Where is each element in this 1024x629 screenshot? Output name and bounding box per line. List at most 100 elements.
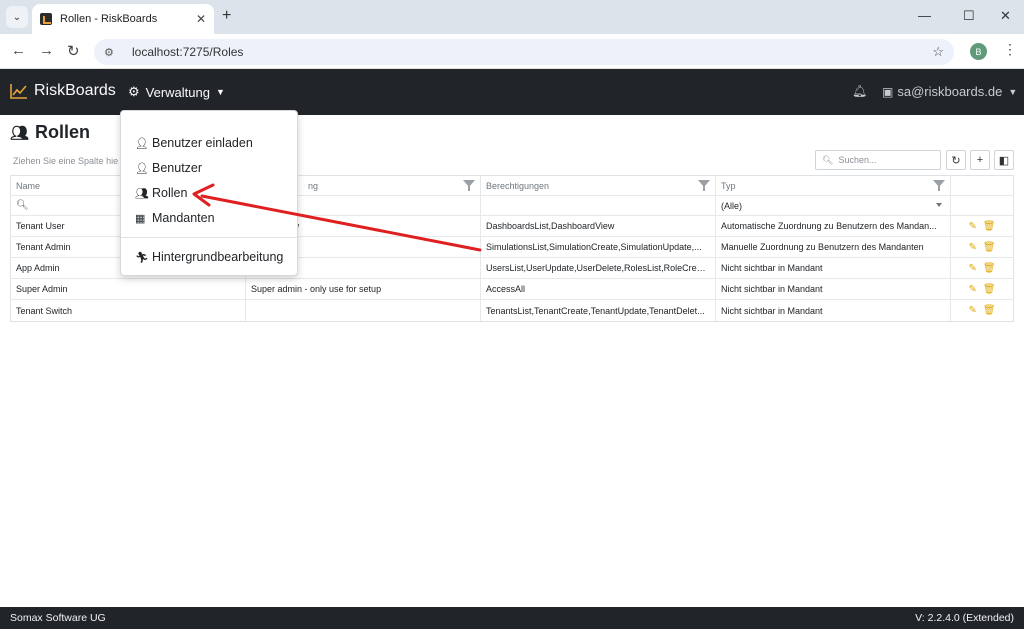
building-icon: ▦ <box>135 212 146 225</box>
edit-pencil-icon[interactable]: ✎ <box>968 242 976 253</box>
trash-icon[interactable]: 🗑︎ <box>983 284 996 295</box>
user-menu-toggle[interactable]: ▣ sa@riskboards.de ▼ <box>882 84 1017 99</box>
menu-item-mandanten[interactable]: ▦ Mandanten <box>135 211 215 225</box>
user-invite-icon: 👤︎ <box>135 137 149 150</box>
window-close-icon[interactable]: ✕ <box>1000 8 1011 24</box>
brand[interactable]: RiskBoards <box>10 82 116 100</box>
favicon-icon <box>40 13 52 25</box>
cell-permissions: TenantsList,TenantCreate,TenantUpdate,Te… <box>481 300 716 321</box>
cell-text: TenantsList,TenantCreate,TenantUpdate,Te… <box>486 305 705 316</box>
trash-icon[interactable]: 🗑︎ <box>983 242 996 253</box>
page-title-text: Rollen <box>35 122 91 142</box>
table-row[interactable]: Tenant Switch TenantsList,TenantCreate,Te… <box>11 300 1013 321</box>
cell-actions: ✎ 🗑︎ <box>951 237 1013 257</box>
menu-item-benutzer[interactable]: 👤︎ Benutzer <box>135 161 202 175</box>
new-tab-plus-icon[interactable]: + <box>222 7 231 25</box>
menu-item-hintergrundbearbeitung[interactable]: 🏃︎ Hintergrundbearbeitung <box>135 250 283 264</box>
cell-text: UsersList,UserUpdate,UserDelete,RolesLis… <box>486 263 710 273</box>
filter-icon[interactable] <box>698 180 710 191</box>
back-arrow-icon[interactable]: ← <box>11 42 26 59</box>
browser-tabstrip: ⌄ Rollen - RiskBoards ✕ + — ☐ ✕ <box>0 0 1024 34</box>
cell-text: Nicht sichtbar in Mandant <box>721 263 823 273</box>
cell-type: Nicht sichtbar in Mandant <box>716 258 951 278</box>
address-bar[interactable]: ⚙ localhost:7275/Roles ☆ <box>94 39 954 65</box>
cell-text: Manuelle Zuordnung zu Benutzern des Mand… <box>721 242 924 252</box>
forward-arrow-icon[interactable]: → <box>39 42 54 59</box>
user-card-icon: ▣ <box>882 84 894 99</box>
cell-text: AccessAll <box>486 284 526 294</box>
user-icon: 👤︎ <box>135 162 149 175</box>
menu-divider <box>121 237 297 238</box>
browser-tab[interactable]: Rollen - RiskBoards ✕ <box>32 4 214 34</box>
browser-toolbar: ← → ↻ ⚙ localhost:7275/Roles ☆ <box>0 34 1024 69</box>
users-icon: 👥︎ <box>135 187 149 200</box>
menu-item-label: Benutzer <box>152 161 203 175</box>
search-placeholder: Suchen... <box>838 155 877 165</box>
column-header-label: Name <box>16 180 41 191</box>
reload-icon[interactable]: ↻ <box>67 42 80 60</box>
cell-actions: ✎ 🗑︎ <box>951 258 1013 278</box>
column-chooser-button[interactable]: ◧ <box>994 150 1014 170</box>
browser-menu-kebab-icon[interactable]: ⋮ <box>1003 41 1017 58</box>
cell-text: Tenant Switch <box>16 305 73 316</box>
users-icon: 👥︎ <box>10 124 30 142</box>
tab-close-icon[interactable]: ✕ <box>196 12 206 26</box>
url-text: localhost:7275/Roles <box>132 45 244 59</box>
cell-text: Nicht sichtbar in Mandant <box>721 284 823 294</box>
minimize-icon[interactable]: — <box>918 8 931 23</box>
cell-permissions: UsersList,UserUpdate,UserDelete,RolesLis… <box>481 258 716 278</box>
column-chooser-icon: ◧ <box>998 154 1010 167</box>
tab-list-chevron-icon[interactable]: ⌄ <box>6 6 28 28</box>
cell-text: Super admin - only use for setup <box>251 284 382 294</box>
cell-name: Super Admin <box>11 279 246 299</box>
app-navbar: RiskBoards ⚙ Verwaltung ▼ 🔔︎ ▣ sa@riskbo… <box>0 69 1024 115</box>
column-header-type[interactable]: Typ <box>716 176 951 195</box>
edit-pencil-icon[interactable]: ✎ <box>968 263 976 274</box>
cell-permissions: SimulationsList,SimulationCreate,Simulat… <box>481 237 716 257</box>
maximize-icon[interactable]: ☐ <box>963 8 975 24</box>
cell-name: Tenant Switch <box>11 300 246 321</box>
filter-icon[interactable] <box>463 180 475 191</box>
footer-company: Somax Software UG <box>10 612 106 624</box>
filter-icon[interactable] <box>933 180 945 191</box>
type-filter-select[interactable]: (Alle) <box>716 196 951 215</box>
trash-icon[interactable]: 🗑︎ <box>983 263 996 274</box>
cell-actions: ✎ 🗑︎ <box>951 279 1013 299</box>
cell-type: Automatische Zuordnung zu Benutzern des … <box>716 216 951 236</box>
plus-icon: + <box>976 154 984 166</box>
table-row[interactable]: Super Admin Super admin - only use for se… <box>11 279 1013 300</box>
cell-description: Super admin - only use for setup <box>246 279 481 299</box>
cell-text: SimulationsList,SimulationCreate,Simulat… <box>486 242 702 252</box>
site-info-icon[interactable]: ⚙ <box>104 46 120 59</box>
page-title: 👥︎ Rollen <box>10 122 90 143</box>
permissions-filter-cell[interactable] <box>481 196 716 215</box>
cell-text: Automatische Zuordnung zu Benutzern des … <box>721 221 937 231</box>
add-button[interactable]: + <box>970 150 990 170</box>
cell-text: Super Admin <box>16 284 68 294</box>
brand-name: RiskBoards <box>34 82 116 99</box>
user-email: sa@riskboards.de <box>897 84 1003 99</box>
chart-trend-logo-icon <box>10 84 27 99</box>
cell-text: DashboardsList,DashboardView <box>486 221 615 231</box>
column-header-actions <box>951 176 1013 195</box>
bell-icon[interactable]: 🔔︎ <box>852 84 867 98</box>
edit-pencil-icon[interactable]: ✎ <box>968 221 976 232</box>
grid-search-input[interactable]: 🔍︎ Suchen... <box>815 150 941 170</box>
refresh-button[interactable]: ↻ <box>946 150 966 170</box>
column-header-permissions[interactable]: Berechtigungen <box>481 176 716 195</box>
gear-icon: ⚙ <box>128 84 140 99</box>
trash-icon[interactable]: 🗑︎ <box>983 221 996 232</box>
edit-pencil-icon[interactable]: ✎ <box>968 305 976 316</box>
group-panel-hint: Ziehen Sie eine Spalte hie <box>13 156 119 166</box>
cell-type: Manuelle Zuordnung zu Benutzern des Mand… <box>716 237 951 257</box>
profile-avatar[interactable]: B <box>970 43 987 60</box>
trash-icon[interactable]: 🗑︎ <box>983 305 996 316</box>
edit-pencil-icon[interactable]: ✎ <box>968 284 976 295</box>
bookmark-star-icon[interactable]: ☆ <box>932 44 944 60</box>
verwaltung-label: Verwaltung <box>145 84 210 100</box>
menu-item-rollen[interactable]: 👥︎ Rollen <box>135 186 187 200</box>
menu-item-benutzer-einladen[interactable]: 👤︎ Benutzer einladen <box>135 136 253 150</box>
verwaltung-menu-toggle[interactable]: ⚙ Verwaltung ▼ <box>128 84 225 100</box>
cell-description <box>246 300 481 321</box>
actions-filter-cell <box>951 196 1013 215</box>
